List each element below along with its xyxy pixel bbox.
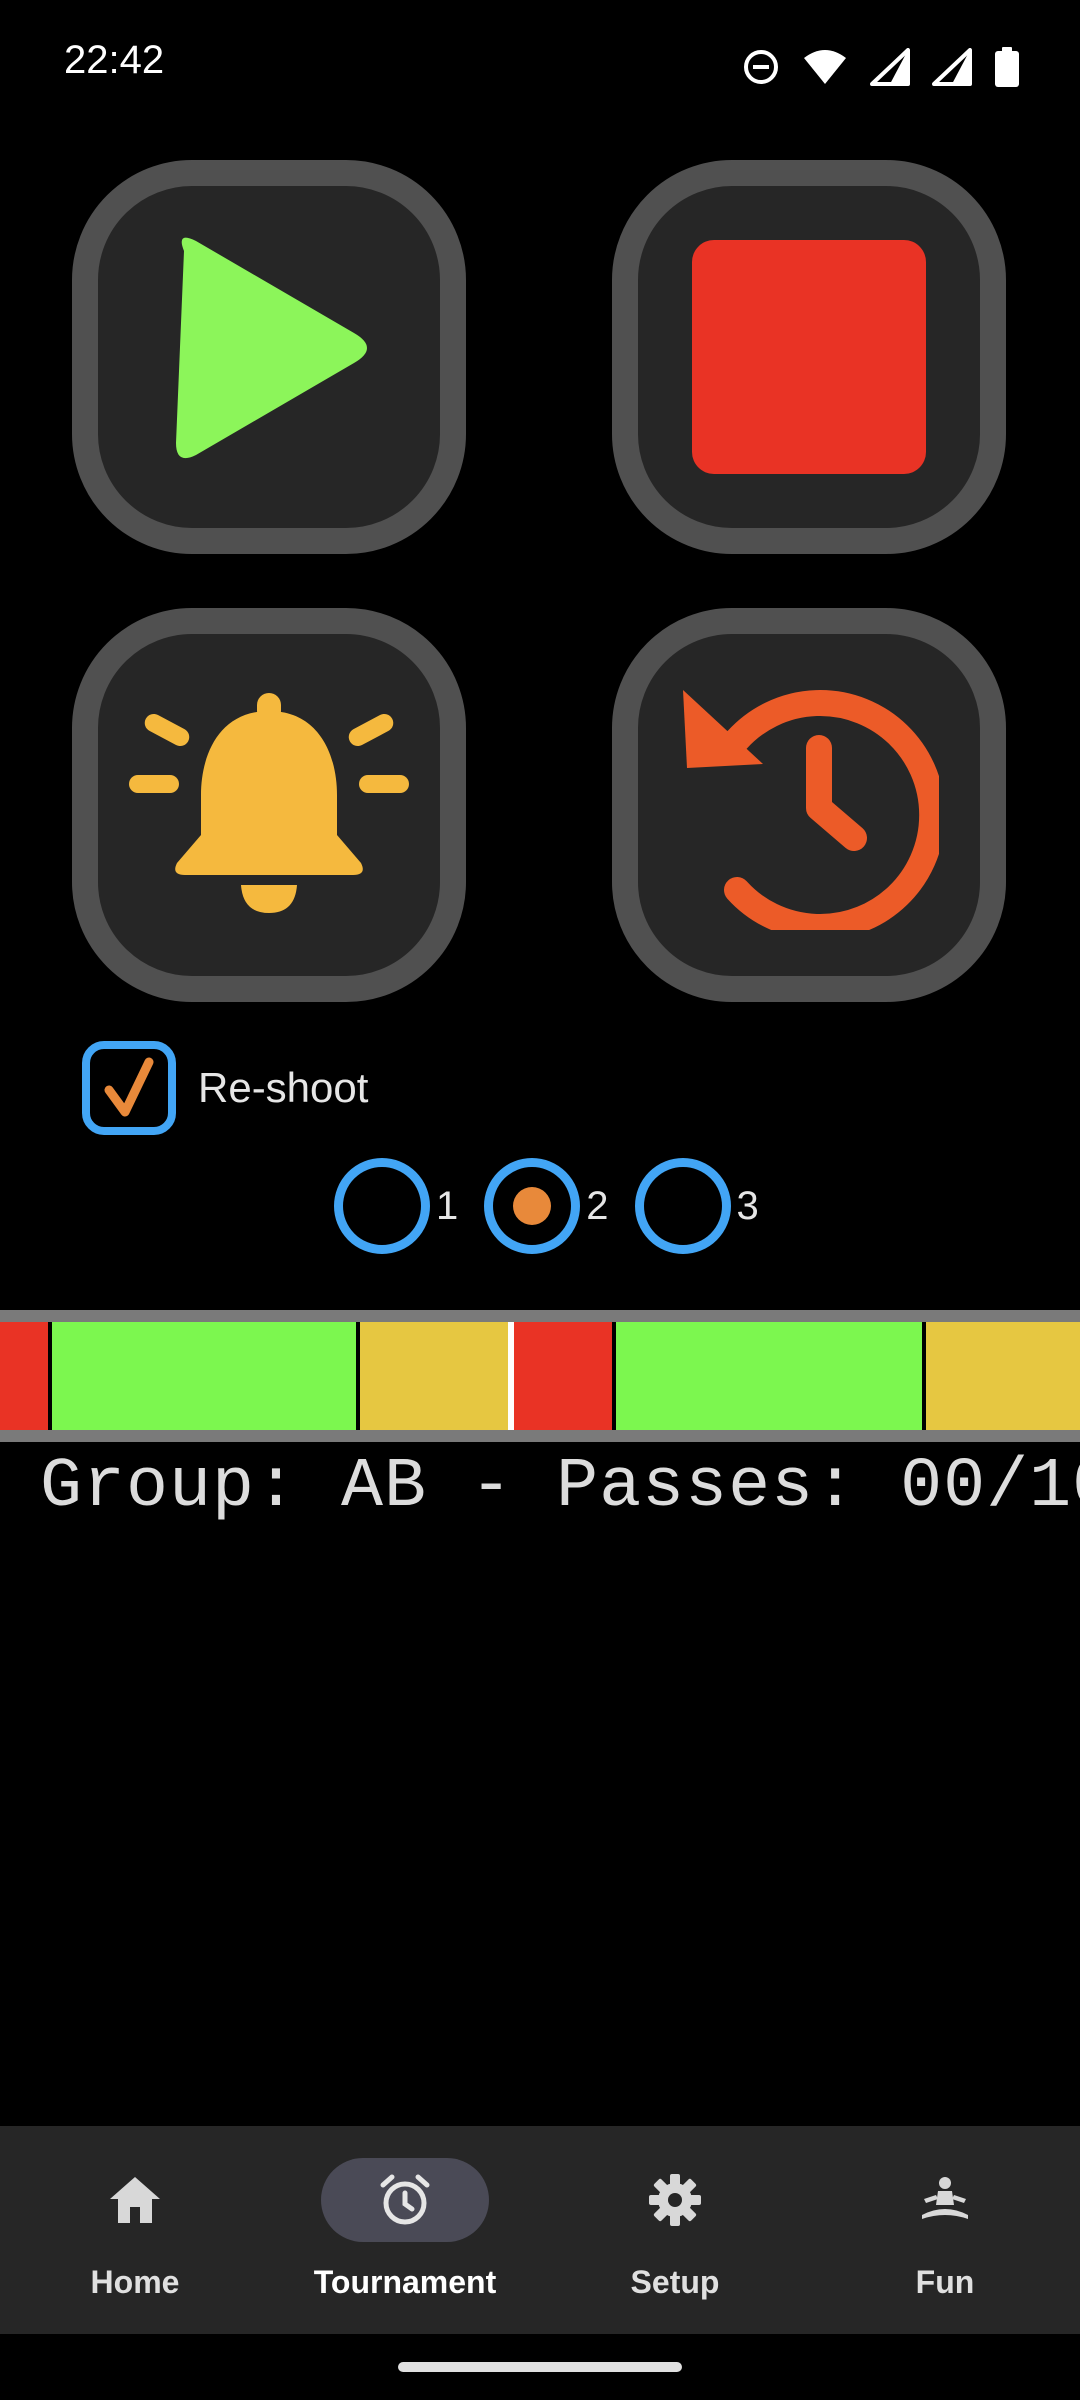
radio-label: 1 — [436, 1183, 459, 1228]
meditation-icon — [922, 2177, 968, 2219]
radio-label: 2 — [586, 1183, 609, 1228]
radio-option-3[interactable]: 3 — [634, 1158, 759, 1254]
reshoot-checkbox[interactable]: Re-shoot — [82, 1041, 368, 1135]
reset-history-button[interactable] — [612, 608, 1006, 1002]
band-segment-yellow — [360, 1322, 514, 1430]
alarm-button[interactable] — [72, 608, 466, 1002]
nav-icon-container — [591, 2158, 759, 2242]
gesture-home-indicator[interactable] — [398, 2362, 682, 2372]
radio-button-selected[interactable] — [484, 1158, 581, 1254]
radio-option-1[interactable]: 1 — [334, 1158, 458, 1254]
radio-button[interactable] — [334, 1158, 430, 1254]
stop-button[interactable] — [612, 160, 1006, 554]
nav-item-setup[interactable]: Setup — [540, 2126, 810, 2334]
radio-option-2[interactable]: 2 — [484, 1158, 609, 1254]
nav-label: Tournament — [313, 2264, 497, 2300]
nav-active-indicator — [321, 2158, 489, 2242]
play-icon — [176, 237, 367, 459]
timing-band-segments — [0, 1322, 1080, 1430]
nav-item-home[interactable]: Home — [0, 2126, 270, 2334]
history-icon — [683, 690, 939, 930]
nav-item-tournament[interactable]: Tournament — [270, 2126, 540, 2334]
nav-label: Setup — [630, 2264, 720, 2300]
radio-label: 3 — [736, 1183, 759, 1228]
do-not-disturb-icon — [744, 50, 778, 84]
band-segment-green — [52, 1322, 360, 1430]
nav-label: Home — [90, 2264, 180, 2300]
band-segment-red — [0, 1322, 52, 1430]
group-passes-status: Group: AB - Passes: 00/10 — [40, 1448, 1080, 1527]
reshoot-label: Re-shoot — [198, 1064, 369, 1111]
status-bar: 22:42 — [0, 0, 1080, 136]
band-segment-red — [514, 1322, 616, 1430]
wifi-icon — [804, 50, 846, 84]
checkmark-icon — [104, 1057, 154, 1117]
bell-icon — [129, 693, 409, 913]
gear-icon — [649, 2174, 701, 2226]
band-segment-green — [616, 1322, 926, 1430]
checkbox-box[interactable] — [82, 1041, 176, 1135]
nav-icon-container — [861, 2158, 1029, 2242]
radio-button[interactable] — [634, 1158, 731, 1254]
nav-icon-container — [51, 2158, 219, 2242]
play-button[interactable] — [72, 160, 466, 554]
cell-signal-icon — [870, 48, 910, 86]
radio-dot — [513, 1187, 552, 1225]
home-icon — [110, 2177, 160, 2223]
stop-icon — [692, 240, 926, 474]
bottom-navigation: Home Tournament Setup Fun — [0, 2126, 1080, 2334]
timing-band — [0, 1310, 1080, 1442]
battery-icon — [995, 47, 1019, 87]
status-icons — [742, 44, 1020, 90]
detail-radio-group: 1 2 3 — [334, 1158, 785, 1254]
band-segment-yellow — [926, 1322, 1080, 1430]
nav-label: Fun — [915, 2264, 975, 2300]
alarm-clock-icon — [380, 2174, 430, 2225]
status-time: 22:42 — [64, 38, 165, 82]
cell-signal-icon — [932, 48, 972, 86]
nav-item-fun[interactable]: Fun — [810, 2126, 1080, 2334]
